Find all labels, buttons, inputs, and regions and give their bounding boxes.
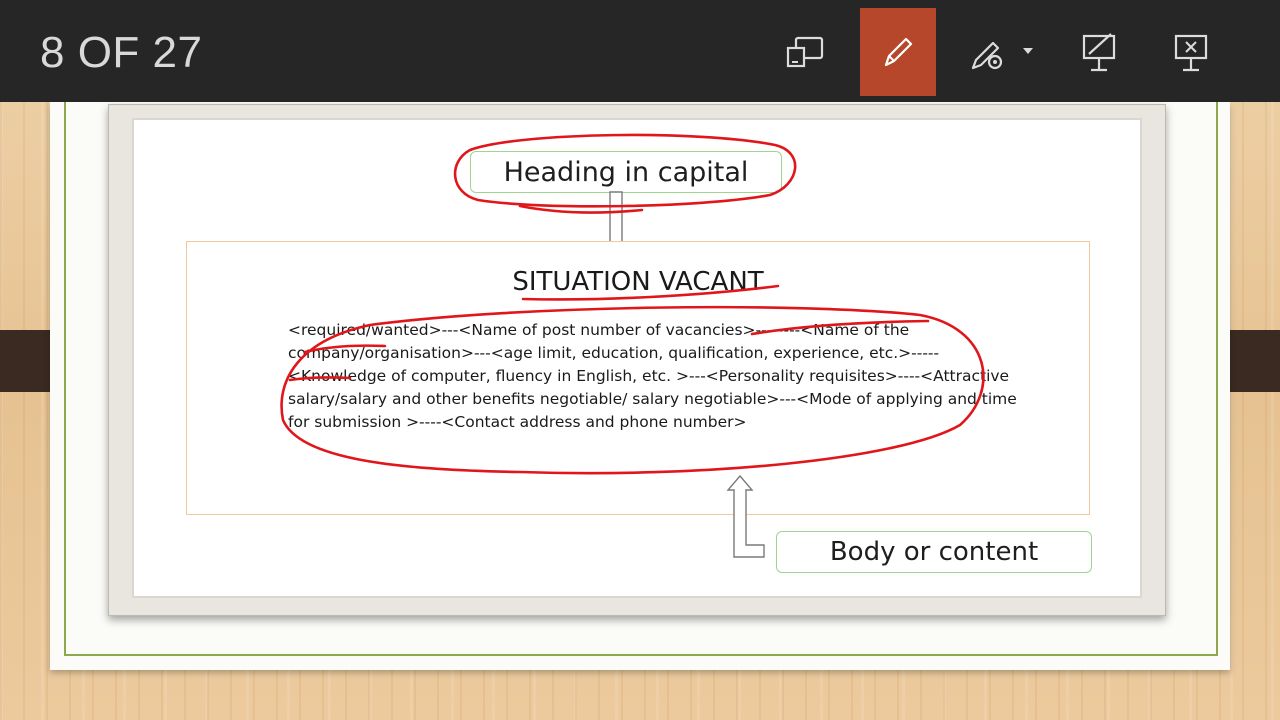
body-label: Body or content	[776, 531, 1092, 573]
laser-pointer-button[interactable]	[1066, 8, 1132, 96]
laser-pointer-icon	[1082, 33, 1116, 72]
cast-icon	[786, 36, 824, 68]
cast-button[interactable]	[770, 8, 842, 96]
slide-title: SITUATION VACANT	[512, 267, 764, 297]
ink-settings-button[interactable]	[962, 8, 1042, 96]
advertisement-body: <required/wanted>---<Name of post number…	[288, 321, 1017, 431]
heading-label: Heading in capital	[470, 151, 782, 193]
presenter-toolbar: 8 OF 27	[0, 0, 1280, 102]
pen-button[interactable]	[860, 8, 936, 96]
ink-settings-icon	[971, 41, 1033, 70]
end-show-icon	[1174, 34, 1208, 72]
end-show-button[interactable]	[1158, 8, 1224, 96]
slide-counter: 8 OF 27	[40, 28, 203, 77]
pen-icon	[884, 37, 913, 67]
